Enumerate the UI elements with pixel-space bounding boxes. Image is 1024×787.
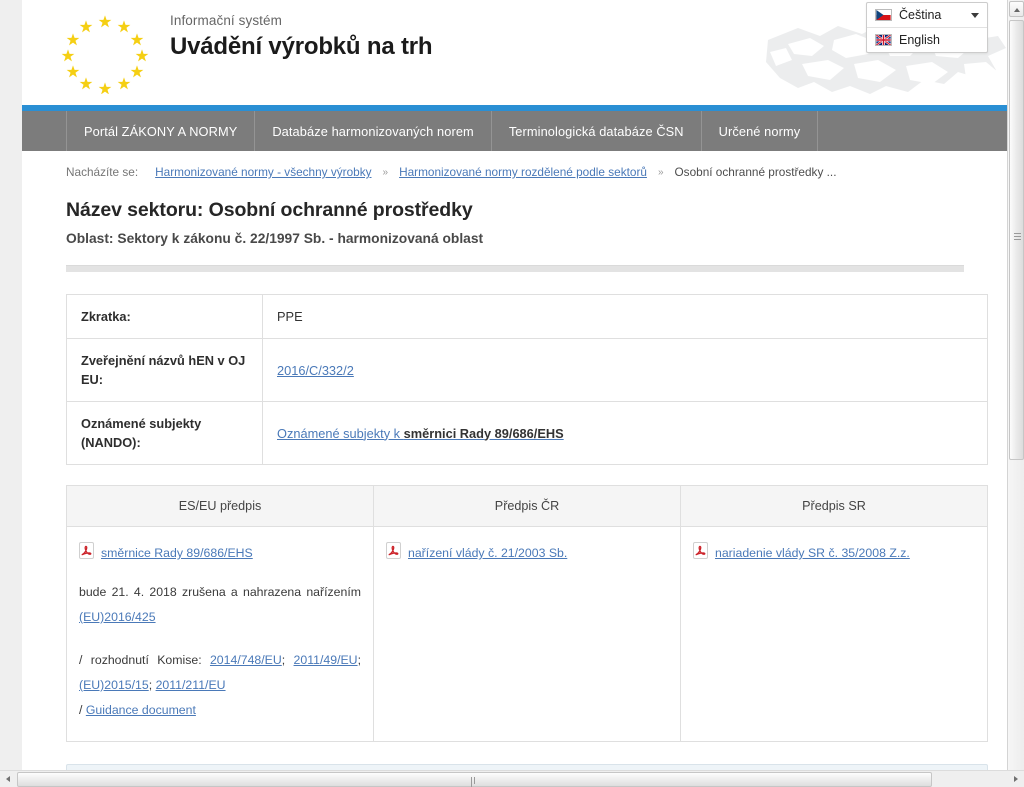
column-header-sr: Předpis SR — [680, 485, 988, 527]
info-key-zverejneni: Zveřejnění názvů hEN v OJ EU: — [66, 338, 263, 402]
breadcrumb-separator: » — [382, 166, 389, 178]
site-header: Informační systém Uvádění výrobků na trh… — [22, 0, 1008, 105]
guidance-document-link[interactable]: Guidance document — [86, 703, 196, 717]
vertical-scrollbar[interactable] — [1007, 0, 1024, 770]
table-row: směrnice Rady 89/686/EHS bude 21. 4. 201… — [66, 526, 988, 742]
language-label-english: English — [899, 33, 940, 47]
language-option-czech[interactable]: Čeština — [867, 3, 987, 27]
cell-sr-regulation: nariadenie vlády SR č. 35/2008 Z.z. — [680, 526, 988, 742]
eu-commission-decisions: / rozhodnutí Komise: 2014/748/EU; 2011/4… — [79, 653, 361, 692]
cell-eu-regulation: směrnice Rady 89/686/EHS bude 21. 4. 201… — [66, 526, 374, 742]
decision-link-2015-15[interactable]: (EU)2015/15 — [79, 678, 149, 692]
nando-link-directive: směrnici Rady 89/686/EHS — [403, 425, 564, 441]
horizontal-scroll-thumb[interactable] — [17, 772, 932, 787]
pdf-link-row: nariadenie vlády SR č. 35/2008 Z.z. — [693, 541, 975, 566]
eu-directive-link[interactable]: směrnice Rady 89/686/EHS — [101, 541, 253, 566]
vertical-scroll-thumb[interactable] — [1009, 20, 1024, 460]
breadcrumb-current: Osobní ochranné prostředky ... — [674, 165, 837, 179]
chevron-down-icon[interactable] — [971, 13, 979, 18]
info-value-zverejneni: 2016/C/332/2 — [262, 338, 988, 402]
scroll-grip-icon — [1014, 233, 1021, 240]
sr-regulation-link[interactable]: nariadenie vlády SR č. 35/2008 Z.z. — [715, 541, 910, 566]
page-main-title: Uvádění výrobků na trh — [170, 33, 433, 60]
cr-regulation-link[interactable]: nařízení vlády č. 21/2003 Sb. — [408, 541, 567, 566]
nav-item-terminologicka-databaze[interactable]: Terminologická databáze ČSN — [492, 111, 702, 151]
oj-reference-link[interactable]: 2016/C/332/2 — [277, 363, 354, 378]
decision-link-2011-49[interactable]: 2011/49/EU — [294, 653, 358, 667]
nando-link[interactable]: Oznámené subjekty k směrnici Rady 89/686… — [277, 426, 564, 441]
cz-flag-icon — [875, 9, 892, 21]
info-key-zkratka: Zkratka: — [66, 294, 263, 339]
sector-title: Název sektoru: Osobní ochranné prostředk… — [66, 199, 473, 221]
breadcrumb-label: Nacházíte se: — [66, 165, 139, 179]
scroll-grip-icon — [470, 777, 479, 787]
pdf-link-row: nařízení vlády č. 21/2003 Sb. — [386, 541, 668, 566]
nav-item-urcene-normy[interactable]: Určené normy — [702, 111, 819, 151]
page-sheet: Informační systém Uvádění výrobků na trh… — [22, 0, 1008, 770]
language-option-english[interactable]: English — [867, 27, 987, 52]
system-label: Informační systém — [170, 13, 282, 28]
browser-viewport: Informační systém Uvádění výrobků na trh… — [0, 0, 1024, 787]
language-label-czech: Čeština — [899, 8, 942, 22]
horizontal-scrollbar[interactable] — [0, 770, 1024, 787]
eu-replacement-note: bude 21. 4. 2018 zrušena a nahrazena nař… — [79, 580, 361, 630]
decision-link-2011-211[interactable]: 2011/211/EU — [156, 678, 226, 692]
page-heading-block: Název sektoru: Osobní ochranné prostředk… — [44, 191, 986, 249]
guidance-prefix: / — [79, 703, 86, 717]
info-key-nando: Oznámené subjekty (NANDO): — [66, 401, 263, 465]
scroll-left-button[interactable] — [3, 774, 14, 785]
sector-info-table: Zkratka: PPE Zveřejnění názvů hEN v OJ E… — [66, 294, 988, 465]
regulations-table: ES/EU předpis Předpis ČR Předpis SR směr… — [66, 485, 988, 742]
sector-subtitle: Oblast: Sektory k zákonu č. 22/1997 Sb. … — [66, 231, 484, 246]
table-row: Zkratka: PPE — [66, 294, 988, 339]
pdf-link-row: směrnice Rady 89/686/EHS — [79, 541, 361, 566]
scroll-right-button[interactable] — [1010, 774, 1021, 785]
title-divider — [66, 265, 964, 272]
pdf-icon — [693, 542, 708, 559]
breadcrumb: Nacházíte se: Harmonizované normy - všec… — [44, 151, 986, 191]
scroll-up-button[interactable] — [1009, 1, 1024, 17]
language-selector[interactable]: Čeština English — [866, 2, 988, 53]
eu-new-regulation-link[interactable]: (EU)2016/425 — [79, 610, 156, 624]
column-header-eu: ES/EU předpis — [66, 485, 374, 527]
breadcrumb-separator: » — [657, 166, 664, 178]
table-header-row: ES/EU předpis Předpis ČR Předpis SR — [66, 485, 988, 527]
commission-decisions-label: / rozhodnutí Komise: — [79, 653, 202, 667]
nav-item-portal-zakony[interactable]: Portál ZÁKONY A NORMY — [66, 111, 256, 151]
main-content: Nacházíte se: Harmonizované normy - všec… — [22, 151, 1008, 770]
nav-item-databaze-norem[interactable]: Databáze harmonizovaných norem — [255, 111, 492, 151]
cell-cr-regulation: nařízení vlády č. 21/2003 Sb. — [373, 526, 681, 742]
info-value-zkratka: PPE — [262, 294, 988, 339]
table-row: Oznámené subjekty (NANDO): Oznámené subj… — [66, 401, 988, 465]
uk-flag-icon — [875, 34, 892, 46]
page-area: Informační systém Uvádění výrobků na trh… — [0, 0, 1008, 770]
breadcrumb-link-sectors[interactable]: Harmonizované normy rozdělené podle sekt… — [399, 165, 647, 179]
nando-link-prefix: Oznámené subjekty k — [277, 425, 404, 441]
pdf-icon — [386, 542, 401, 559]
column-header-cr: Předpis ČR — [373, 485, 681, 527]
eu-replacement-text: bude 21. 4. 2018 zrušena a nahrazena nař… — [79, 585, 361, 599]
info-value-nando: Oznámené subjekty k směrnici Rady 89/686… — [262, 401, 988, 465]
breadcrumb-link-all-products[interactable]: Harmonizované normy - všechny výrobky — [155, 165, 371, 179]
table-row: Zveřejnění názvů hEN v OJ EU: 2016/C/332… — [66, 338, 988, 402]
pdf-icon — [79, 542, 94, 559]
decision-link-2014-748[interactable]: 2014/748/EU — [210, 653, 282, 667]
site-title-block: Informační systém Uvádění výrobků na trh — [170, 12, 433, 62]
main-navigation: Portál ZÁKONY A NORMY Databáze harmonizo… — [22, 111, 1008, 151]
eu-stars-logo — [61, 15, 149, 94]
eu-guidance-row: / Guidance document — [79, 698, 361, 723]
